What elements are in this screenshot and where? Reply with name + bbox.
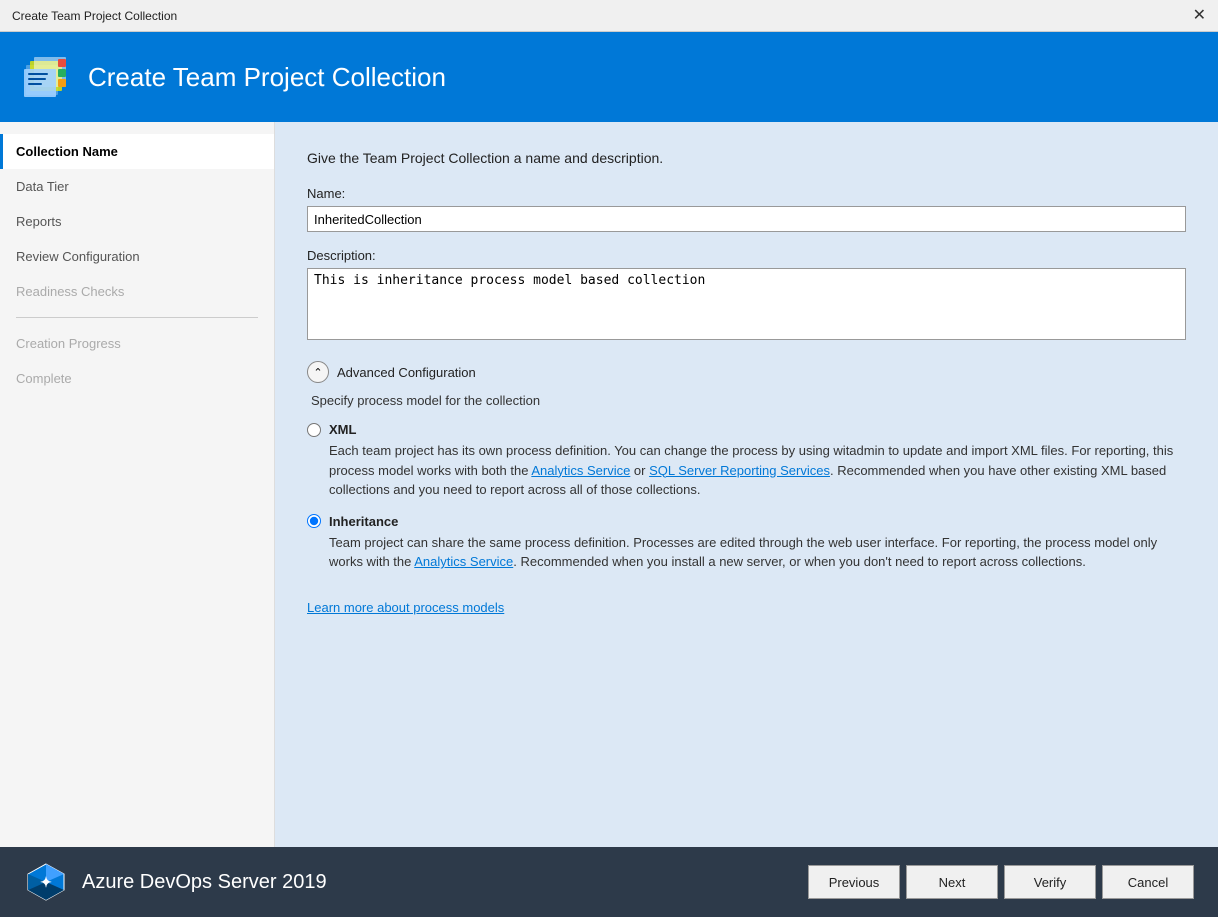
close-button[interactable]: ✕ — [1193, 8, 1206, 24]
xml-description: Each team project has its own process de… — [307, 441, 1186, 500]
sidebar-item-readiness-checks: Readiness Checks — [0, 274, 274, 309]
footer-logo-icon: ✦ — [24, 860, 68, 904]
sidebar-item-data-tier[interactable]: Data Tier — [0, 169, 274, 204]
header-icon — [20, 51, 72, 103]
sidebar-item-collection-name[interactable]: Collection Name — [0, 134, 274, 169]
xml-radio-input[interactable] — [307, 423, 321, 437]
footer: ✦ Azure DevOps Server 2019 Previous Next… — [0, 847, 1218, 917]
process-model-subtitle: Specify process model for the collection — [307, 393, 1186, 408]
advanced-config-header[interactable]: ⌃ Advanced Configuration — [307, 361, 1186, 383]
inheritance-radio-row: Inheritance — [307, 514, 1186, 529]
title-bar-text: Create Team Project Collection — [12, 9, 177, 23]
description-textarea[interactable]: This is inheritance process model based … — [307, 268, 1186, 340]
sidebar-divider — [16, 317, 258, 318]
footer-brand-title: Azure DevOps Server 2019 — [82, 871, 327, 894]
sidebar-item-reports[interactable]: Reports — [0, 204, 274, 239]
svg-text:✦: ✦ — [40, 874, 52, 890]
inheritance-radio-label[interactable]: Inheritance — [329, 514, 398, 529]
header-banner: Create Team Project Collection — [0, 32, 1218, 122]
analytics-service-link-2[interactable]: Analytics Service — [414, 554, 513, 569]
advanced-config-title: Advanced Configuration — [337, 365, 476, 380]
next-button[interactable]: Next — [906, 865, 998, 899]
cancel-button[interactable]: Cancel — [1102, 865, 1194, 899]
analytics-service-link-1[interactable]: Analytics Service — [531, 463, 630, 478]
inheritance-description: Team project can share the same process … — [307, 533, 1186, 572]
name-label: Name: — [307, 186, 1186, 201]
footer-brand: ✦ Azure DevOps Server 2019 — [24, 860, 327, 904]
sidebar-item-creation-progress: Creation Progress — [0, 326, 274, 361]
xml-radio-option: XML Each team project has its own proces… — [307, 422, 1186, 500]
main-area: Collection Name Data Tier Reports Review… — [0, 122, 1218, 847]
xml-radio-row: XML — [307, 422, 1186, 437]
footer-buttons: Previous Next Verify Cancel — [808, 865, 1194, 899]
inheritance-radio-option: Inheritance Team project can share the s… — [307, 514, 1186, 572]
sidebar: Collection Name Data Tier Reports Review… — [0, 122, 275, 847]
learn-more-section: Learn more about process models — [307, 592, 1186, 615]
name-input[interactable] — [307, 206, 1186, 232]
chevron-up-icon[interactable]: ⌃ — [307, 361, 329, 383]
title-bar: Create Team Project Collection ✕ — [0, 0, 1218, 32]
previous-button[interactable]: Previous — [808, 865, 900, 899]
description-label: Description: — [307, 248, 1186, 263]
verify-button[interactable]: Verify — [1004, 865, 1096, 899]
content-area: Give the Team Project Collection a name … — [275, 122, 1218, 847]
xml-radio-label[interactable]: XML — [329, 422, 356, 437]
inheritance-radio-input[interactable] — [307, 514, 321, 528]
learn-more-link[interactable]: Learn more about process models — [307, 600, 504, 615]
header-title: Create Team Project Collection — [88, 62, 446, 93]
sidebar-item-review-configuration[interactable]: Review Configuration — [0, 239, 274, 274]
sql-server-reporting-link[interactable]: SQL Server Reporting Services — [649, 463, 830, 478]
sidebar-item-complete: Complete — [0, 361, 274, 396]
content-intro: Give the Team Project Collection a name … — [307, 150, 1186, 166]
